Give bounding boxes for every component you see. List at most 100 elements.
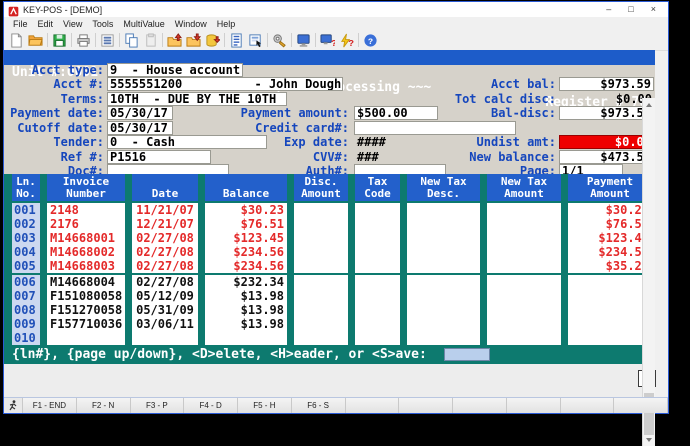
cell-line-no[interactable]: 002 <box>12 217 40 231</box>
cell-invoice-number[interactable] <box>47 331 125 345</box>
cell-payment-amount[interactable]: $123.45 <box>568 231 652 245</box>
cell-tax-code[interactable] <box>355 331 400 345</box>
cell-disc-amount[interactable] <box>294 231 348 245</box>
cvv-value[interactable]: ### <box>357 150 397 164</box>
cell-disc-amount[interactable] <box>294 317 348 331</box>
cell-disc-amount[interactable] <box>294 217 348 231</box>
cell-tax-code[interactable] <box>355 231 400 245</box>
paste-icon[interactable] <box>141 31 160 49</box>
cell-line-no[interactable]: 005 <box>12 259 40 273</box>
cell-disc-amount[interactable] <box>294 275 348 289</box>
menu-edit[interactable]: Edit <box>33 19 59 29</box>
terms-field[interactable]: 10TH - DUE BY THE 10TH <box>107 92 287 106</box>
cell-invoice-number[interactable]: F151270058 <box>47 303 125 317</box>
menu-help[interactable]: Help <box>212 19 241 29</box>
cell-tax-code[interactable] <box>355 217 400 231</box>
cell-new-tax-amount[interactable] <box>487 303 561 317</box>
cell-balance[interactable]: $76.51 <box>205 217 287 231</box>
cell-invoice-number[interactable]: 2148 <box>47 203 125 217</box>
scrollbar-up-button[interactable] <box>643 98 655 111</box>
cell-new-tax-amount[interactable] <box>487 231 561 245</box>
cell-invoice-number[interactable]: F157710036 <box>47 317 125 331</box>
cell-new-tax-desc[interactable] <box>407 259 480 273</box>
cell-date[interactable]: 02/27/08 <box>132 231 198 245</box>
cell-invoice-number[interactable]: M14668001 <box>47 231 125 245</box>
export-folder-icon[interactable] <box>184 31 203 49</box>
cell-date[interactable] <box>132 331 198 345</box>
cell-payment-amount[interactable] <box>568 317 652 331</box>
cell-new-tax-desc[interactable] <box>407 317 480 331</box>
new-document-icon[interactable] <box>7 31 26 49</box>
settings-gear-icon[interactable] <box>270 31 289 49</box>
cell-invoice-number[interactable]: F151080058 <box>47 289 125 303</box>
number-format-icon[interactable] <box>98 31 117 49</box>
fkey-button-f4-d[interactable]: F4 - D <box>184 398 238 413</box>
vertical-scrollbar[interactable] <box>642 98 655 446</box>
minimize-button[interactable]: – <box>606 4 611 15</box>
cell-new-tax-desc[interactable] <box>407 289 480 303</box>
cell-payment-amount[interactable] <box>568 331 652 345</box>
document-list-icon[interactable] <box>227 31 246 49</box>
cell-new-tax-amount[interactable] <box>487 217 561 231</box>
cell-new-tax-desc[interactable] <box>407 275 480 289</box>
fkey-button-empty-11[interactable] <box>560 398 615 413</box>
acct-type-field[interactable]: 9 - House account <box>107 63 243 77</box>
cell-disc-amount[interactable] <box>294 303 348 317</box>
cell-date[interactable]: 02/27/08 <box>132 275 198 289</box>
cell-payment-amount[interactable] <box>568 289 652 303</box>
cell-date[interactable]: 02/27/08 <box>132 259 198 273</box>
cell-new-tax-desc[interactable] <box>407 231 480 245</box>
cell-line-no[interactable]: 006 <box>12 275 40 289</box>
cell-invoice-number[interactable]: M14668002 <box>47 245 125 259</box>
payment-date-field[interactable]: 05/30/17 <box>107 106 173 120</box>
cell-disc-amount[interactable] <box>294 245 348 259</box>
import-folder-icon[interactable] <box>165 31 184 49</box>
fkey-button-f3-p[interactable]: F3 - P <box>130 398 185 413</box>
cell-disc-amount[interactable] <box>294 259 348 273</box>
cell-tax-code[interactable] <box>355 275 400 289</box>
cell-line-no[interactable]: 009 <box>12 317 40 331</box>
remote-query-icon[interactable]: ? <box>318 31 337 49</box>
cell-new-tax-amount[interactable] <box>487 275 561 289</box>
exp-date-value[interactable]: #### <box>357 135 417 149</box>
cell-new-tax-desc[interactable] <box>407 245 480 259</box>
cell-new-tax-amount[interactable] <box>487 331 561 345</box>
command-input[interactable] <box>444 348 490 361</box>
cell-new-tax-amount[interactable] <box>487 289 561 303</box>
cell-new-tax-desc[interactable] <box>407 203 480 217</box>
maximize-button[interactable]: □ <box>628 4 633 15</box>
fkey-button-f1-end[interactable]: F1 - END <box>23 398 77 413</box>
fkey-button-empty-10[interactable] <box>506 398 561 413</box>
cell-line-no[interactable]: 003 <box>12 231 40 245</box>
cell-disc-amount[interactable] <box>294 289 348 303</box>
fkey-button-f2-n[interactable]: F2 - N <box>76 398 131 413</box>
form-view-icon[interactable] <box>246 31 265 49</box>
quick-connect-icon[interactable]: ? <box>337 31 356 49</box>
cutoff-date-field[interactable]: 05/30/17 <box>107 121 173 135</box>
cell-payment-amount[interactable]: $76.51 <box>568 217 652 231</box>
cell-invoice-number[interactable]: M14668004 <box>47 275 125 289</box>
cell-line-no[interactable]: 010 <box>12 331 40 345</box>
cell-date[interactable]: 02/27/08 <box>132 245 198 259</box>
export-data-icon[interactable] <box>203 31 222 49</box>
cell-balance[interactable]: $30.23 <box>205 203 287 217</box>
print-icon[interactable] <box>74 31 93 49</box>
cell-balance[interactable]: $13.98 <box>205 317 287 331</box>
cell-balance[interactable] <box>205 331 287 345</box>
open-folder-icon[interactable] <box>26 31 45 49</box>
cell-date[interactable]: 11/21/07 <box>132 203 198 217</box>
cell-new-tax-amount[interactable] <box>487 245 561 259</box>
menu-view[interactable]: View <box>58 19 87 29</box>
menu-window[interactable]: Window <box>170 19 212 29</box>
cell-balance[interactable]: $234.56 <box>205 259 287 273</box>
cell-tax-code[interactable] <box>355 259 400 273</box>
copy-icon[interactable] <box>122 31 141 49</box>
fkey-button-empty-9[interactable] <box>453 398 507 413</box>
cell-new-tax-desc[interactable] <box>407 303 480 317</box>
cell-payment-amount[interactable] <box>568 303 652 317</box>
terminal-monitor-icon[interactable] <box>294 31 313 49</box>
cell-line-no[interactable]: 001 <box>12 203 40 217</box>
cell-tax-code[interactable] <box>355 203 400 217</box>
cell-date[interactable]: 05/12/09 <box>132 289 198 303</box>
acct-no-field[interactable]: 5555551200 - John Dough <box>107 77 343 91</box>
